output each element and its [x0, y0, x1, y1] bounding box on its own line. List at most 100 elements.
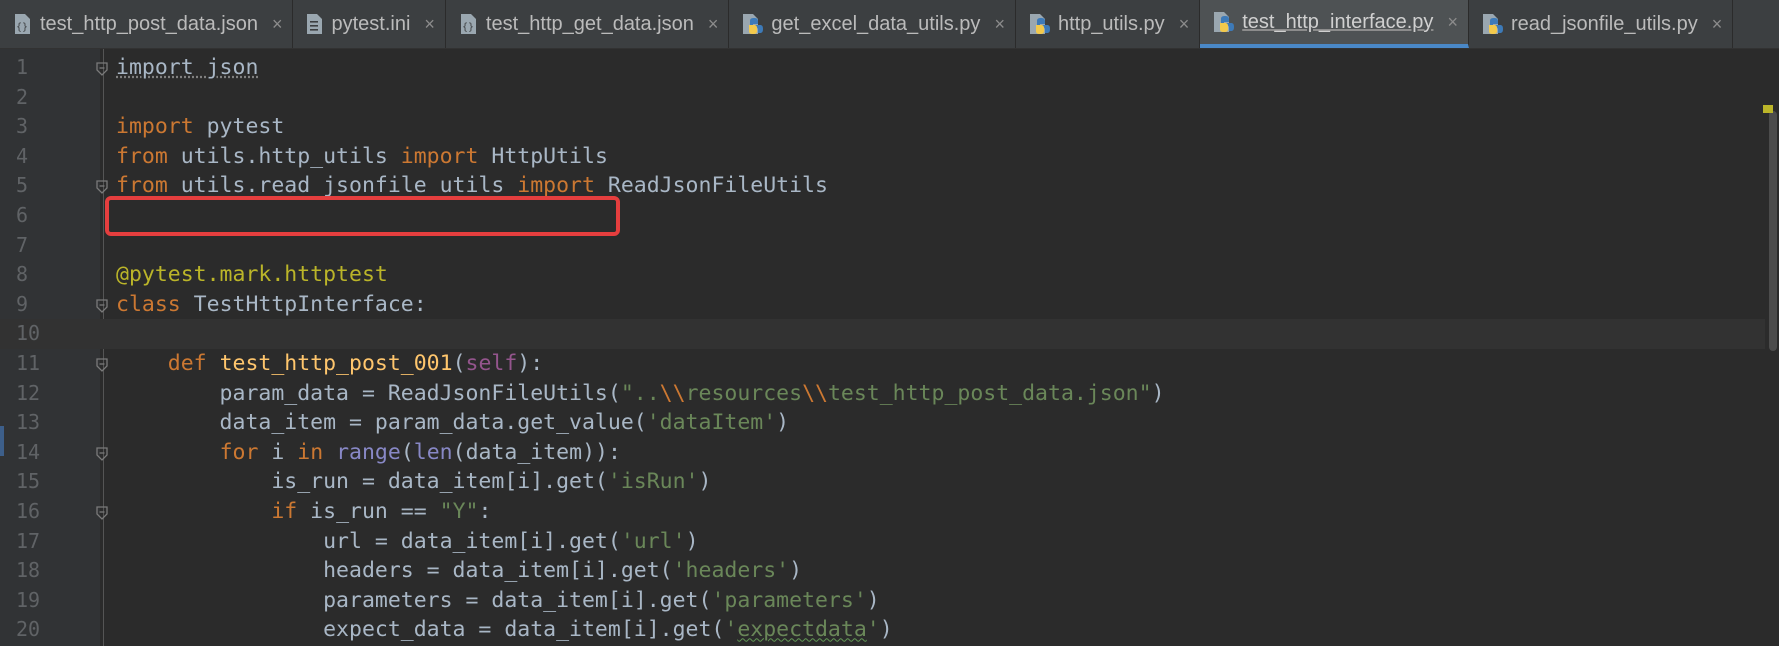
code-token: "Y" — [439, 499, 479, 524]
code-line[interactable]: 10 — [0, 319, 1779, 349]
code-token: HttpUtils — [478, 143, 608, 169]
code-token: ( — [452, 351, 466, 376]
code-text: import pytest — [116, 112, 284, 142]
fold-marker-icon[interactable] — [96, 357, 108, 372]
tab-test-http-post-data-json[interactable]: {} test_http_post_data.json × — [0, 0, 294, 48]
tab-label: test_http_get_data.json — [485, 12, 694, 35]
code-line[interactable]: 20 expect_data = data_item[i].get('expec… — [0, 615, 1779, 645]
line-number: 12 — [16, 380, 41, 405]
code-line[interactable]: 17 url = data_item[i].get('url') — [0, 527, 1779, 557]
code-text: import json — [116, 53, 258, 83]
code-line[interactable]: 1 import json — [0, 53, 1779, 83]
code-line[interactable]: 16 if is_run == "Y": — [0, 497, 1779, 527]
code-line[interactable]: 18 headers = data_item[i].get('headers') — [0, 556, 1779, 586]
code-token: import — [116, 114, 194, 140]
tab-http-utils-py[interactable]: http_utils.py × — [1016, 0, 1201, 48]
code-line[interactable]: 13 data_item = param_data.get_value('dat… — [0, 408, 1779, 438]
tab-label: test_http_post_data.json — [40, 12, 258, 35]
code-token: range — [336, 439, 401, 465]
code-line[interactable]: 12 param_data = ReadJsonFileUtils("..\\r… — [0, 379, 1779, 409]
code-token: ".. — [620, 380, 660, 406]
line-number: 8 — [16, 262, 29, 287]
line-number: 20 — [16, 617, 41, 642]
code-line[interactable]: 2 — [0, 83, 1779, 113]
code-token: expect_data = data_item[i].get( — [116, 617, 725, 643]
code-token: utils.read_jsonfile_utils — [167, 173, 518, 199]
code-token: ) — [685, 528, 699, 554]
tab-read-jsonfile-utils-py[interactable]: read_jsonfile_utils.py × — [1469, 0, 1734, 48]
code-text: class TestHttpInterface: — [116, 290, 427, 320]
tab-label: pytest.ini — [331, 12, 411, 35]
code-line[interactable]: 11 def test_http_post_001(self): — [0, 349, 1779, 379]
code-token: \\ — [802, 380, 828, 406]
code-token: 'url' — [620, 528, 686, 554]
code-editor[interactable]: 1 import json 2 3 import pytest 4 from utils.h… — [0, 49, 1779, 646]
close-icon[interactable]: × — [424, 14, 435, 35]
code-token: import — [517, 173, 595, 199]
line-number: 18 — [16, 558, 41, 583]
code-token: ' — [724, 617, 738, 643]
python-file-icon — [1212, 11, 1235, 33]
tab-pytest-ini[interactable]: pytest.ini × — [293, 0, 446, 48]
code-token: i — [258, 439, 298, 465]
code-token: ): — [517, 351, 544, 376]
fold-marker-icon[interactable] — [96, 298, 108, 313]
code-line[interactable]: 9 class TestHttpInterface: — [0, 290, 1779, 320]
code-token: ' — [866, 617, 880, 643]
code-token: TestHttpInterface: — [180, 291, 427, 317]
line-number: 14 — [16, 439, 41, 464]
code-token: def — [116, 351, 207, 376]
warning-marker[interactable] — [1763, 105, 1773, 113]
tab-label: read_jsonfile_utils.py — [1510, 12, 1698, 35]
code-line[interactable]: 15 is_run = data_item[i].get('isRun') — [0, 467, 1779, 497]
code-line[interactable]: 4 from utils.http_utils import HttpUtils — [0, 142, 1779, 172]
code-token: len — [413, 439, 453, 465]
tab-test-http-interface-py[interactable]: test_http_interface.py × — [1200, 0, 1469, 48]
code-token: test_http_post_data.json" — [827, 380, 1152, 406]
line-number: 13 — [16, 410, 41, 435]
code-token: 'parameters' — [711, 587, 867, 613]
tab-label: test_http_interface.py — [1242, 10, 1434, 33]
json-file-icon: {} — [12, 13, 32, 35]
code-token: ) — [776, 410, 790, 436]
code-token: pytest — [193, 114, 285, 140]
fold-marker-icon[interactable] — [96, 61, 108, 76]
line-number: 9 — [16, 291, 29, 316]
code-text: data_item = param_data.get_value('dataIt… — [116, 408, 790, 438]
tab-label: get_excel_data_utils.py — [771, 12, 981, 35]
svg-text:{}: {} — [462, 22, 474, 33]
code-token: ) — [1151, 380, 1165, 406]
fold-marker-icon[interactable] — [96, 446, 108, 461]
close-icon[interactable]: × — [994, 14, 1005, 35]
close-icon[interactable]: × — [1712, 14, 1723, 35]
code-token: test_http_post_001 — [219, 351, 453, 376]
code-line[interactable]: 14 for i in range(len(data_item)): — [0, 438, 1779, 468]
code-line[interactable]: 19 parameters = data_item[i].get('parame… — [0, 586, 1779, 616]
code-token: from — [116, 173, 168, 199]
python-file-icon — [1481, 13, 1503, 35]
fold-marker-icon[interactable] — [96, 505, 108, 520]
close-icon[interactable]: × — [272, 14, 283, 35]
code-line[interactable]: 8 @pytest.mark.httptest — [0, 260, 1779, 290]
code-token: ( — [400, 439, 414, 465]
tab-test-http-get-data-json[interactable]: {} test_http_get_data.json × — [446, 0, 730, 48]
code-text: for i in range(len(data_item)): — [116, 438, 621, 468]
close-icon[interactable]: × — [1447, 12, 1458, 33]
json-file-icon: {} — [458, 13, 478, 35]
fold-marker-icon[interactable] — [96, 179, 108, 195]
close-icon[interactable]: × — [1179, 14, 1190, 35]
code-token: 'dataItem' — [646, 410, 777, 436]
tab-get-excel-data-utils-py[interactable]: get_excel_data_utils.py × — [729, 0, 1016, 48]
code-text: expect_data = data_item[i].get('expectda… — [116, 615, 893, 645]
close-icon[interactable]: × — [708, 14, 719, 35]
code-token: parameters = data_item[i].get( — [116, 587, 712, 613]
vertical-scrollbar[interactable] — [1763, 49, 1779, 646]
code-token: ReadJsonFileUtils — [594, 173, 828, 199]
code-text: is_run = data_item[i].get('isRun') — [116, 467, 711, 497]
scrollbar-thumb[interactable] — [1769, 111, 1777, 351]
code-line[interactable]: 3 import pytest — [0, 112, 1779, 142]
editor-tab-bar: {} test_http_post_data.json × pytest.ini ×{}… — [0, 0, 1779, 49]
code-token: ) — [789, 558, 803, 584]
